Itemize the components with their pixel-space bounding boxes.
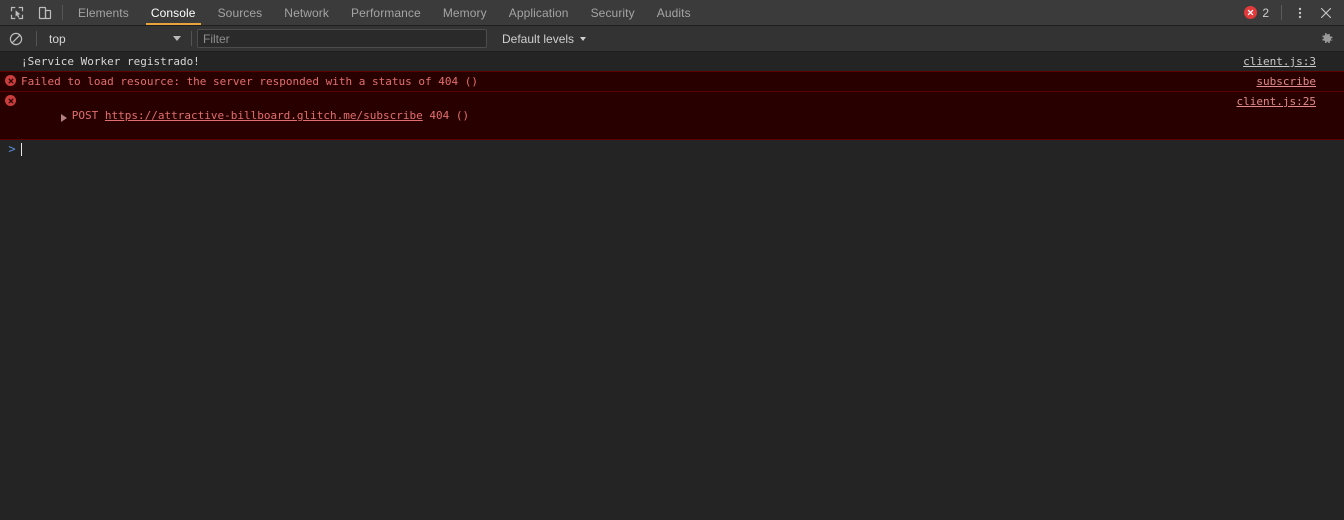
tab-elements[interactable]: Elements	[67, 0, 140, 25]
console-message-error[interactable]: Failed to load resource: the server resp…	[0, 71, 1344, 92]
text-cursor	[21, 142, 22, 156]
console-source-link[interactable]: client.js:25	[1237, 94, 1344, 109]
log-levels-label: Default levels	[502, 31, 575, 46]
console-message-text: ¡Service Worker registrado!	[21, 55, 200, 68]
chevron-down-icon	[173, 36, 181, 41]
console-message-log[interactable]: ¡Service Worker registrado! client.js:3	[0, 52, 1344, 71]
prompt-chevron-icon: >	[8, 142, 16, 156]
devtools-tab-bar: Elements Console Sources Network Perform…	[0, 0, 1344, 26]
tab-label: Security	[590, 5, 635, 20]
tabbar-right-controls: 2	[1238, 0, 1344, 25]
log-levels-dropdown[interactable]: Default levels	[498, 32, 590, 46]
tab-performance[interactable]: Performance	[340, 0, 432, 25]
tab-label: Elements	[78, 5, 129, 20]
tab-label: Audits	[656, 5, 691, 20]
tab-audits[interactable]: Audits	[646, 0, 702, 25]
console-message-list[interactable]: ¡Service Worker registrado! client.js:3 …	[0, 52, 1344, 520]
execution-context-value: top	[49, 31, 66, 46]
tab-label: Console	[150, 5, 196, 20]
tab-network[interactable]: Network	[273, 0, 340, 25]
gear-icon[interactable]	[1314, 28, 1340, 50]
toolbar-divider	[191, 31, 192, 46]
clear-console-icon[interactable]	[5, 29, 27, 49]
message-gutter	[0, 94, 21, 106]
error-circle-x-icon	[5, 95, 16, 106]
tab-memory[interactable]: Memory	[432, 0, 498, 25]
close-icon[interactable]	[1314, 1, 1338, 25]
console-source-link[interactable]: subscribe	[1256, 74, 1344, 89]
console-message-text: Failed to load resource: the server resp…	[21, 75, 478, 88]
request-url-link[interactable]: https://attractive-billboard.glitch.me/s…	[105, 109, 423, 122]
panel-tabs: Elements Console Sources Network Perform…	[67, 0, 702, 25]
request-method: POST	[71, 109, 105, 122]
tab-console[interactable]: Console	[140, 0, 207, 25]
tool-icon-group	[0, 0, 60, 25]
error-count-badge[interactable]: 2	[1238, 6, 1275, 20]
error-circle-x-icon	[5, 75, 16, 86]
tab-label: Performance	[351, 5, 421, 20]
tab-label: Sources	[217, 5, 263, 20]
tab-label: Memory	[442, 5, 487, 20]
error-count-value: 2	[1262, 5, 1269, 20]
badge-divider	[1281, 5, 1282, 20]
tab-application[interactable]: Application	[498, 0, 580, 25]
console-prompt[interactable]: >	[0, 140, 1344, 158]
tab-sources[interactable]: Sources	[207, 0, 274, 25]
inspect-cursor-icon[interactable]	[6, 3, 28, 23]
toolbar-divider	[36, 31, 37, 46]
execution-context-dropdown[interactable]: top	[42, 29, 186, 48]
request-status: 404 ()	[422, 109, 470, 122]
chevron-down-icon	[580, 36, 587, 41]
tab-security[interactable]: Security	[580, 0, 646, 25]
kebab-menu-icon[interactable]	[1288, 1, 1312, 25]
filter-input[interactable]	[197, 29, 487, 48]
message-gutter	[0, 54, 21, 55]
tab-label: Network	[284, 5, 330, 20]
message-gutter	[0, 74, 21, 86]
error-circle-x-icon	[1244, 6, 1258, 19]
console-message-text: POST https://attractive-billboard.glitch…	[21, 94, 1237, 137]
expand-triangle-icon[interactable]	[60, 114, 67, 122]
toolbar-divider	[62, 5, 63, 20]
device-toolbar-icon[interactable]	[34, 3, 56, 23]
console-filter-toolbar: top Default levels	[0, 26, 1344, 52]
console-message-error[interactable]: POST https://attractive-billboard.glitch…	[0, 92, 1344, 140]
console-source-link[interactable]: client.js:3	[1243, 54, 1344, 69]
tab-label: Application	[508, 5, 569, 20]
